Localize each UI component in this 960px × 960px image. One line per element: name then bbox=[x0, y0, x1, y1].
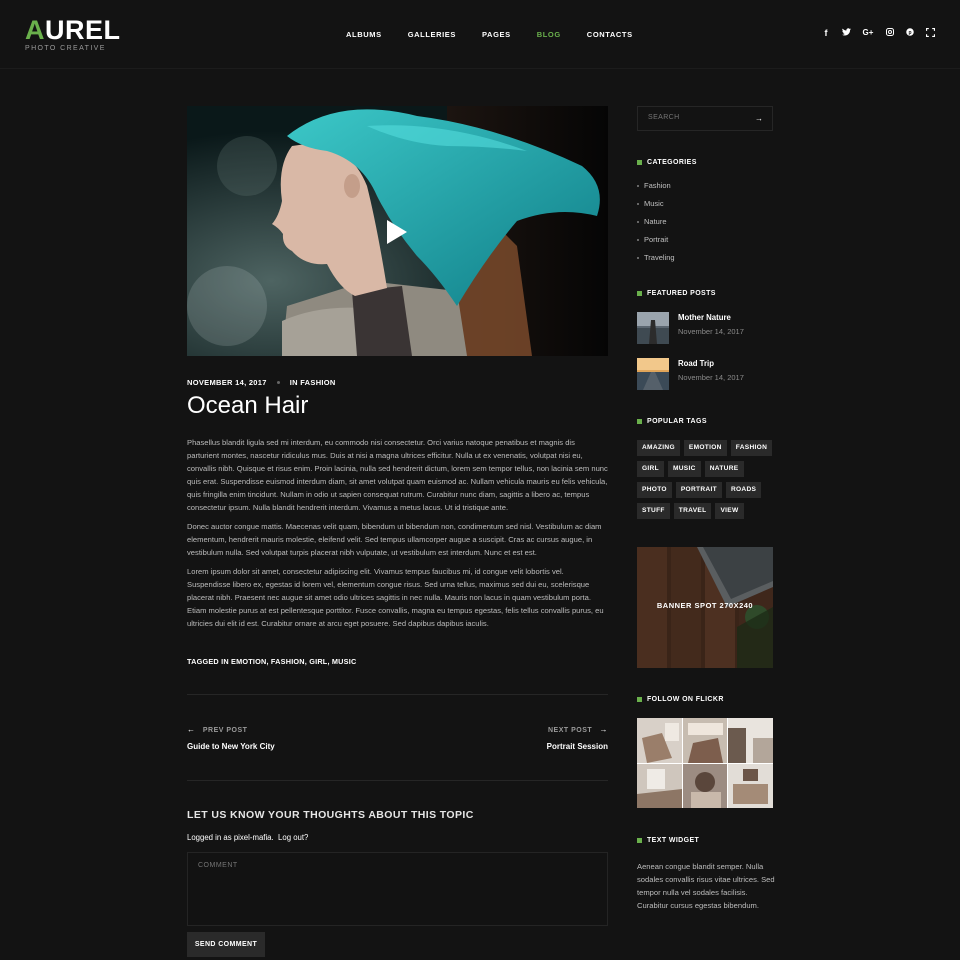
category-traveling[interactable]: Traveling bbox=[637, 253, 675, 262]
svg-text:p: p bbox=[908, 30, 911, 36]
banner-ad[interactable]: BANNER SPOT 270X240 bbox=[637, 547, 773, 668]
flickr-photo[interactable] bbox=[682, 763, 728, 808]
arrow-right-icon[interactable]: → bbox=[755, 114, 763, 123]
arrow-right-icon: → bbox=[599, 725, 608, 734]
logo[interactable]: AUREL PHOTO CREATIVE bbox=[25, 15, 121, 53]
category-music[interactable]: Music bbox=[637, 199, 664, 208]
tag-emotion[interactable]: EMOTION bbox=[683, 440, 727, 456]
search-box: → bbox=[637, 106, 773, 131]
bullet-square-icon bbox=[637, 419, 642, 424]
flickr-photo[interactable] bbox=[728, 763, 773, 808]
post-content: Phasellus blandit ligula sed mi interdum… bbox=[187, 436, 608, 636]
flickr-photo[interactable] bbox=[637, 718, 682, 763]
nav-albums[interactable]: ALBUMS bbox=[346, 30, 382, 39]
meta-separator bbox=[276, 381, 280, 384]
tag-girl[interactable]: GIRL bbox=[637, 461, 664, 477]
pinterest-icon[interactable]: p bbox=[905, 28, 915, 38]
twitter-icon[interactable] bbox=[841, 28, 851, 38]
site-header: AUREL PHOTO CREATIVE ALBUMS GALLERIES PA… bbox=[0, 0, 960, 69]
nav-pages[interactable]: PAGES bbox=[482, 30, 511, 39]
tag-nature[interactable]: NATURE bbox=[704, 461, 744, 477]
tag-portrait[interactable]: PORTRAIT bbox=[675, 482, 722, 498]
flickr-gallery bbox=[637, 718, 773, 808]
featured-post-thumbnail[interactable] bbox=[637, 358, 669, 390]
featured-post-thumbnail[interactable] bbox=[637, 312, 669, 344]
featured-posts-title: FEATURED POSTS bbox=[637, 290, 716, 297]
instagram-icon[interactable] bbox=[885, 28, 895, 38]
post-paragraph: Phasellus blandit ligula sed mi interdum… bbox=[187, 438, 608, 512]
featured-post-title[interactable]: Road Trip bbox=[678, 359, 714, 368]
category-nature[interactable]: Nature bbox=[637, 217, 667, 226]
social-links: f G+ p bbox=[811, 28, 935, 38]
flickr-photo[interactable] bbox=[728, 718, 773, 763]
logo-tagline: PHOTO CREATIVE bbox=[25, 45, 106, 52]
flickr-photo[interactable] bbox=[682, 718, 728, 763]
tag-travel[interactable]: TRAVEL bbox=[673, 503, 712, 519]
logged-in-text: Logged in as pixel-mafia. Log out? bbox=[187, 833, 309, 842]
facebook-icon[interactable]: f bbox=[821, 28, 831, 38]
post-paragraph: Lorem ipsum dolor sit amet, consectetur … bbox=[187, 567, 604, 628]
send-comment-button[interactable]: SEND COMMENT bbox=[187, 932, 265, 957]
main-nav: ALBUMS GALLERIES PAGES BLOG CONTACTS bbox=[346, 30, 659, 39]
post-meta: NOVEMBER 14, 2017 IN FASHION bbox=[187, 378, 336, 387]
featured-video[interactable] bbox=[187, 106, 608, 356]
fullscreen-icon[interactable] bbox=[925, 28, 935, 38]
post-title: Ocean Hair bbox=[187, 392, 309, 419]
category-portrait[interactable]: Portrait bbox=[637, 235, 668, 244]
arrow-left-icon: ← bbox=[187, 725, 196, 734]
tag-cloud: AMAZING EMOTION FASHION GIRL MUSIC NATUR… bbox=[637, 440, 777, 524]
categories-title: CATEGORIES bbox=[637, 159, 697, 166]
next-post-title[interactable]: Portrait Session bbox=[547, 742, 608, 751]
comment-heading: LET US KNOW YOUR THOUGHTS ABOUT THIS TOP… bbox=[187, 809, 474, 821]
post-tags[interactable]: TAGGED IN EMOTION, FASHION, GIRL, MUSIC bbox=[187, 657, 356, 666]
tag-amazing[interactable]: AMAZING bbox=[637, 440, 680, 456]
prev-post-label[interactable]: ← PREV POST bbox=[187, 725, 247, 734]
divider bbox=[187, 780, 608, 781]
tag-fashion[interactable]: FASHION bbox=[730, 440, 773, 456]
play-button[interactable] bbox=[387, 220, 407, 244]
bullet-square-icon bbox=[637, 697, 642, 702]
featured-post-date: November 14, 2017 bbox=[678, 327, 744, 336]
banner-label: BANNER SPOT 270X240 bbox=[656, 601, 754, 610]
google-plus-icon[interactable]: G+ bbox=[861, 28, 875, 38]
text-widget-body: Aenean congue blandit semper. Nulla soda… bbox=[637, 862, 775, 910]
logout-link[interactable]: Log out? bbox=[278, 833, 308, 842]
category-fashion[interactable]: Fashion bbox=[637, 181, 671, 190]
post-date: NOVEMBER 14, 2017 bbox=[187, 378, 267, 387]
featured-post-date: November 14, 2017 bbox=[678, 373, 744, 382]
popular-tags-title: POPULAR TAGS bbox=[637, 418, 707, 425]
bullet-square-icon bbox=[637, 838, 642, 843]
bullet-square-icon bbox=[637, 291, 642, 296]
next-post-label[interactable]: NEXT POST → bbox=[548, 725, 608, 734]
flickr-title: FOLLOW ON FLICKR bbox=[637, 696, 724, 703]
tag-stuff[interactable]: STUFF bbox=[637, 503, 670, 519]
tag-music[interactable]: MUSIC bbox=[667, 461, 701, 477]
prev-post-title[interactable]: Guide to New York City bbox=[187, 742, 275, 751]
text-widget-title: TEXT WIDGET bbox=[637, 837, 699, 844]
nav-blog[interactable]: BLOG bbox=[537, 30, 561, 39]
logo-wordmark: AUREL bbox=[25, 15, 121, 45]
comment-textarea[interactable] bbox=[187, 852, 608, 926]
search-input[interactable] bbox=[648, 114, 748, 121]
tag-view[interactable]: VIEW bbox=[715, 503, 744, 519]
flickr-photo[interactable] bbox=[637, 763, 682, 808]
post-paragraph: Donec auctor congue mattis. Maecenas vel… bbox=[187, 522, 602, 557]
tag-roads[interactable]: ROADS bbox=[725, 482, 762, 498]
bullet-square-icon bbox=[637, 160, 642, 165]
nav-contacts[interactable]: CONTACTS bbox=[587, 30, 633, 39]
divider bbox=[187, 694, 608, 695]
nav-galleries[interactable]: GALLERIES bbox=[408, 30, 456, 39]
tag-photo[interactable]: PHOTO bbox=[637, 482, 672, 498]
post-category-link[interactable]: IN FASHION bbox=[290, 378, 336, 387]
featured-post-title[interactable]: Mother Nature bbox=[678, 313, 731, 322]
